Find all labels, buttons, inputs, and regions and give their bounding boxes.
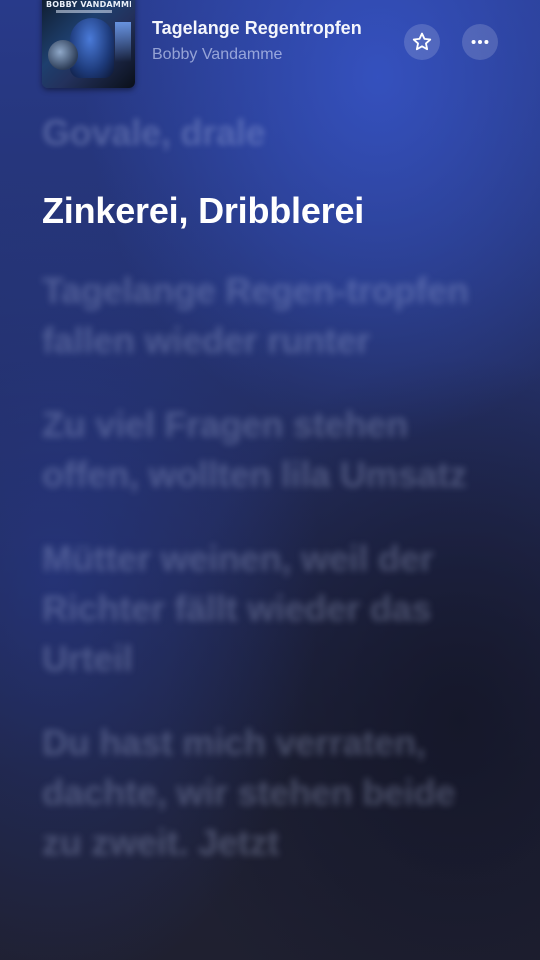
track-title[interactable]: Tagelange Regentropfen: [152, 18, 362, 39]
lyric-line-current[interactable]: Zinkerei, Dribblerei: [42, 186, 502, 236]
star-icon: [411, 31, 433, 53]
lyric-line-upcoming[interactable]: Tagelange Regen-tropfen fallen wieder ru…: [42, 266, 502, 366]
now-playing-header: BOBBY VANDAMME Tagelange Regentropfen Bo…: [0, 0, 540, 100]
album-cover-subtitle-bar: [56, 10, 112, 13]
lyric-line-upcoming[interactable]: Du hast mich verraten, dachte, wir stehe…: [42, 718, 502, 868]
lyric-line-upcoming[interactable]: Zu viel Fragen stehen offen, wollten lil…: [42, 400, 502, 500]
lyric-line-upcoming[interactable]: Mütter weinen, weil der Richter fällt wi…: [42, 534, 502, 684]
lyrics-panel: Govale, drale Zinkerei, Dribblerei Tagel…: [42, 108, 502, 902]
more-horizontal-icon: [469, 31, 491, 53]
album-cover-artist-text: BOBBY VANDAMME: [46, 0, 131, 9]
lyric-line-previous[interactable]: Govale, drale: [42, 108, 502, 158]
favorite-button[interactable]: [404, 24, 440, 60]
album-cover-figure-secondary: [48, 40, 78, 70]
track-artist[interactable]: Bobby Vandamme: [152, 46, 282, 64]
more-options-button[interactable]: [462, 24, 498, 60]
album-cover[interactable]: BOBBY VANDAMME: [42, 0, 135, 88]
album-cover-light: [115, 22, 131, 62]
